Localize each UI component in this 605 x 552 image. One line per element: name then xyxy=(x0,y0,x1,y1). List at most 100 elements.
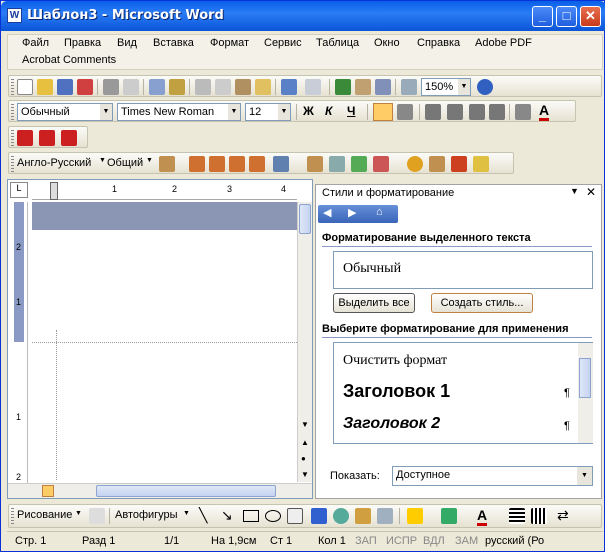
indent-icon[interactable] xyxy=(489,104,505,120)
save-icon[interactable] xyxy=(57,79,73,95)
menu-edit[interactable]: Правка xyxy=(64,37,101,49)
home-icon[interactable]: ⌂ xyxy=(376,206,383,218)
arrow-icon[interactable]: ↘ xyxy=(221,507,233,524)
clipart-icon[interactable] xyxy=(355,508,371,524)
menu-window[interactable]: Окно xyxy=(374,37,400,49)
tools-icon[interactable] xyxy=(429,156,445,172)
pdf-email-icon[interactable] xyxy=(39,130,55,146)
chevron-down-icon[interactable]: ▼ xyxy=(100,104,112,120)
hscroll-thumb[interactable] xyxy=(96,485,276,497)
status-ext[interactable]: ВДЛ xyxy=(423,535,445,547)
chevron-down-icon[interactable]: ▼ xyxy=(75,510,82,517)
page[interactable] xyxy=(32,230,297,482)
next-page-icon[interactable]: ▼ xyxy=(301,470,309,479)
chevron-down-icon[interactable]: ▼ xyxy=(228,104,240,120)
status-trk[interactable]: ИСПР xyxy=(386,535,417,547)
translate-icon[interactable] xyxy=(159,156,175,172)
select-browse-icon[interactable]: ● xyxy=(301,454,306,463)
dash-style-icon[interactable] xyxy=(531,508,547,524)
list-scrollbar[interactable] xyxy=(578,343,593,443)
tables-borders-icon[interactable] xyxy=(355,79,371,95)
lookup-icon[interactable] xyxy=(329,156,345,172)
arrow-style-icon[interactable]: ⇄ xyxy=(557,507,569,524)
border-icon[interactable] xyxy=(515,104,531,120)
line-color-icon[interactable] xyxy=(441,508,457,524)
maximize-button[interactable]: □ xyxy=(556,6,577,27)
chevron-down-icon[interactable]: ▼ xyxy=(577,467,592,485)
font-color-icon[interactable]: A xyxy=(539,102,550,121)
info-icon[interactable] xyxy=(407,156,423,172)
bold-button[interactable]: Ж xyxy=(303,104,314,118)
style-heading-2[interactable]: Заголовок 2 xyxy=(343,415,440,433)
font-combo[interactable]: Times New Roman ▼ xyxy=(117,103,241,121)
underline-button[interactable]: Ч xyxy=(347,104,355,118)
show-combo[interactable]: Доступное ▼ xyxy=(392,466,593,486)
style-combo[interactable]: Обычный ▼ xyxy=(17,103,113,121)
print-layout-view-icon[interactable] xyxy=(42,485,54,497)
help-icon[interactable] xyxy=(477,79,493,95)
research-icon[interactable] xyxy=(169,79,185,95)
align-left-button[interactable] xyxy=(373,103,393,121)
spelling-icon[interactable] xyxy=(149,79,165,95)
translate-sel-icon[interactable] xyxy=(209,156,225,172)
fill-color-icon[interactable] xyxy=(407,508,423,524)
picture-icon[interactable] xyxy=(377,508,393,524)
indent-marker[interactable] xyxy=(50,182,58,200)
cut-icon[interactable] xyxy=(195,79,211,95)
font-color-draw-icon[interactable]: A xyxy=(477,507,488,526)
menu-tools[interactable]: Сервис xyxy=(264,37,302,49)
status-ovr[interactable]: ЗАМ xyxy=(455,535,478,547)
menu-adobe-pdf[interactable]: Adobe PDF xyxy=(475,37,532,49)
diagram-icon[interactable] xyxy=(333,508,349,524)
back-icon[interactable]: ◀ xyxy=(323,206,331,219)
convert-pdf-icon[interactable] xyxy=(17,130,33,146)
prev-page-icon[interactable]: ▲ xyxy=(301,438,309,447)
status-rec[interactable]: ЗАП xyxy=(355,535,377,547)
open-folder-icon[interactable] xyxy=(37,79,53,95)
new-document-icon[interactable] xyxy=(17,79,33,95)
close-translate-icon[interactable] xyxy=(451,156,467,172)
paste-icon[interactable] xyxy=(235,79,251,95)
check-icon[interactable] xyxy=(351,156,367,172)
chevron-down-icon[interactable]: ▼ xyxy=(183,510,190,517)
draw-menu-button[interactable]: Рисование xyxy=(17,509,72,521)
line-icon[interactable]: ╲ xyxy=(199,507,207,524)
topic-dropdown[interactable]: Общий xyxy=(107,157,143,169)
menu-file[interactable]: Файл xyxy=(22,37,49,49)
zoom-combo[interactable]: 150% ▼ xyxy=(421,78,471,96)
new-style-button[interactable]: Создать стиль... xyxy=(431,293,533,313)
bullets-icon[interactable] xyxy=(469,104,485,120)
translate-para-icon[interactable] xyxy=(229,156,245,172)
minimize-button[interactable]: _ xyxy=(532,6,553,27)
dictionary-dropdown[interactable]: Англо-Русский xyxy=(17,157,91,169)
chevron-down-icon[interactable]: ▼ xyxy=(146,157,153,164)
help-translate-icon[interactable] xyxy=(473,156,489,172)
translate-options-icon[interactable] xyxy=(273,156,289,172)
tab-selector[interactable]: L xyxy=(10,182,28,198)
pane-close-icon[interactable]: ✕ xyxy=(586,185,596,199)
menu-view[interactable]: Вид xyxy=(117,37,137,49)
dictionary-icon[interactable] xyxy=(307,156,323,172)
textbox-icon[interactable] xyxy=(287,508,303,524)
menu-table[interactable]: Таблица xyxy=(316,37,359,49)
numbering-icon[interactable] xyxy=(447,104,463,120)
undo-icon[interactable] xyxy=(281,79,297,95)
line-spacing-icon[interactable] xyxy=(425,104,441,120)
select-objects-icon[interactable] xyxy=(89,508,105,524)
style-clear-format[interactable]: Очистить формат xyxy=(343,353,447,369)
current-style-box[interactable]: Обычный xyxy=(333,251,593,289)
format-painter-icon[interactable] xyxy=(255,79,271,95)
menu-help[interactable]: Справка xyxy=(417,37,460,49)
style-heading-1[interactable]: Заголовок 1 xyxy=(343,381,450,402)
hyperlink-icon[interactable] xyxy=(335,79,351,95)
line-style-icon[interactable] xyxy=(509,508,525,524)
insert-table-icon[interactable] xyxy=(375,79,391,95)
forward-icon[interactable]: ▶ xyxy=(348,206,356,219)
redo-icon[interactable] xyxy=(305,79,321,95)
stop-icon[interactable] xyxy=(373,156,389,172)
word-app-icon[interactable]: W xyxy=(7,8,22,23)
vertical-ruler[interactable]: 2 1 1 2 xyxy=(10,202,28,497)
copy-icon[interactable] xyxy=(215,79,231,95)
translate-doc-icon[interactable] xyxy=(189,156,205,172)
pdf-review-icon[interactable] xyxy=(61,130,77,146)
